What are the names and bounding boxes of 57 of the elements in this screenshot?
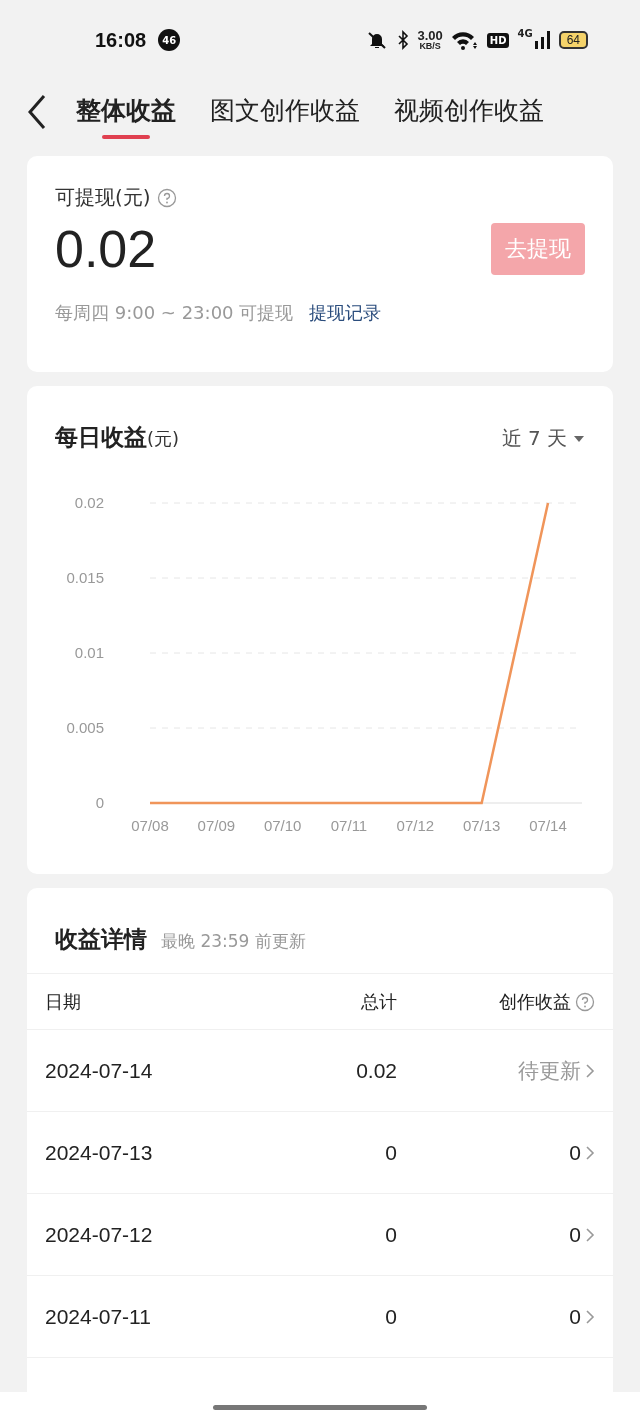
x-tick-label: 07/11 [330,817,368,834]
date-cell-text: 2024-07-11 [45,1304,152,1329]
total-cell-text: 0 [384,1140,397,1165]
total-cell-text: 0 [384,1304,397,1329]
hd-badge: HD [486,32,510,48]
date-cell-text: 2024-07-14 [45,1058,154,1083]
chevron-right-icon [585,1307,595,1326]
x-tick-label: 07/14 [529,817,567,834]
y-tick-label: 0 [95,794,104,811]
chevron-right-icon [585,1143,595,1162]
x-tick-label: 07/10 [263,817,302,834]
date-cell-text: 2024-07-12 [45,1222,154,1247]
speed-unit: KB/S [419,42,441,51]
help-icon[interactable] [156,187,177,208]
help-icon[interactable] [575,991,595,1012]
y-tick-label: 0.01 [74,644,104,661]
creation-earnings-cell[interactable]: 0 [569,1140,581,1165]
bluetooth-icon [397,30,410,50]
tab[interactable]: 图文创作收益 [210,85,360,139]
range-dropdown[interactable]: 近 7 天 [501,425,585,452]
clock-time: 16:08 [95,28,147,52]
total-cell-text: 0 [384,1222,397,1247]
x-tick-label: 07/12 [396,817,435,834]
balance-amount: 0.02 [55,219,157,279]
tab[interactable]: 视频创作收益 [394,85,544,139]
chevron-right-icon [585,1061,595,1080]
notification-badge: 46 [158,29,181,51]
balance-label: 可提现(元) [55,184,151,211]
column-header: 总计 [360,989,397,1014]
y-tick-label: 0.02 [74,494,104,511]
back-icon[interactable] [26,94,48,130]
wifi-icon [450,30,479,50]
home-indicator[interactable] [213,1404,427,1410]
network-label: 4G [517,28,533,39]
column-header: 日期 [45,989,82,1014]
withdraw-history-link[interactable]: 提现记录 [309,301,382,325]
dropdown-caret-icon [573,434,585,443]
creation-earnings-cell[interactable]: 0 [569,1304,581,1329]
total-cell-text: 0.02 [355,1058,397,1083]
chart-title: 每日收益 [55,423,147,452]
x-tick-label: 07/09 [197,817,236,834]
creation-earnings-cell[interactable]: 0 [569,1222,581,1247]
x-tick-label: 07/13 [462,817,501,834]
speed-value: 3.00 [417,29,443,42]
signal-icon [534,31,551,49]
chart-unit: (元) [147,428,180,451]
x-tick-label: 07/08 [131,817,169,834]
y-tick-label: 0.005 [66,719,104,736]
date-cell-text: 2024-07-13 [45,1140,154,1165]
withdraw-schedule: 每周四 9:00 ~ 23:00 可提现 [55,301,294,325]
column-header: 创作收益 [499,989,571,1014]
battery-indicator: 64 [558,31,588,49]
y-tick-label: 0.015 [66,569,104,586]
chevron-right-icon [585,1225,595,1244]
details-title: 收益详情 [55,925,147,954]
update-note: 最晚 23:59 前更新 [161,930,306,953]
tab[interactable]: 整体收益 [76,85,176,139]
